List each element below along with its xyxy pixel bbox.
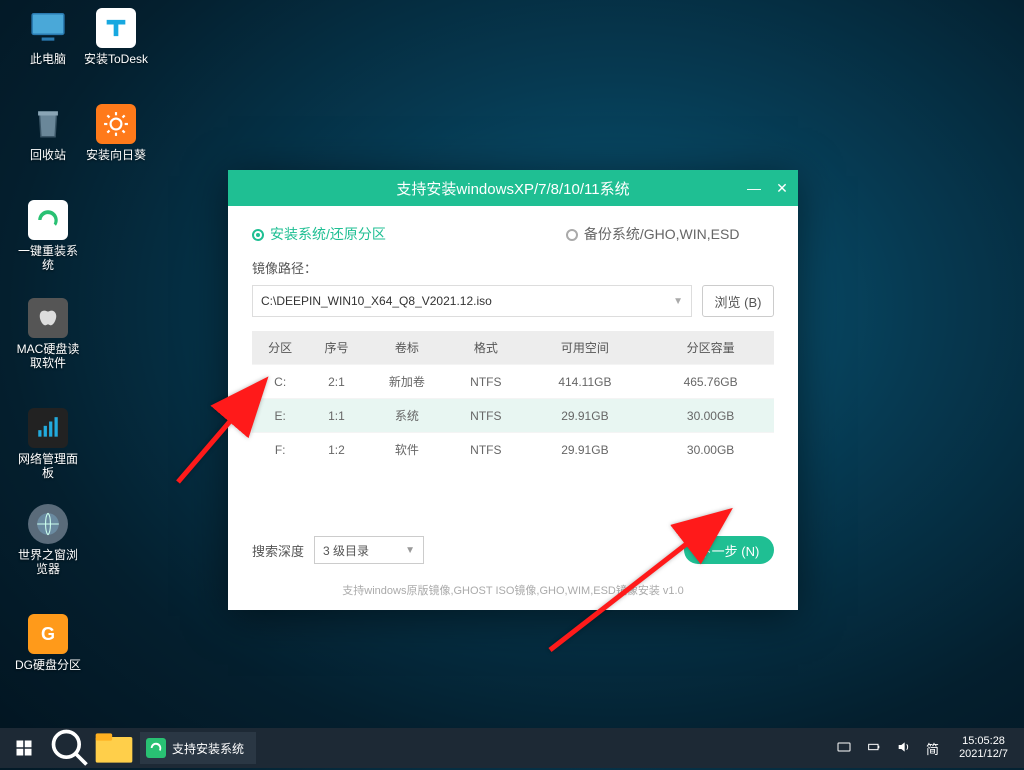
search-depth-select[interactable]: 3 级目录 ▼	[314, 536, 424, 564]
footnote: 支持windows原版镜像,GHOST ISO镜像,GHO,WIM,ESD镜像安…	[252, 582, 774, 598]
image-path-combo[interactable]: C:\DEEPIN_WIN10_X64_Q8_V2021.12.iso ▼	[252, 285, 692, 317]
start-button[interactable]	[0, 728, 48, 768]
taskbar: 支持安装系统 简 15:05:28 2021/12/7	[0, 728, 1024, 768]
table-row[interactable]: C:2:1新加卷NTFS414.11GB465.76GB	[252, 365, 774, 399]
app-icon	[146, 738, 166, 758]
tray-ime[interactable]: 简	[926, 739, 939, 758]
radio-off-icon	[566, 229, 578, 241]
partition-table: 分区 序号 卷标 格式 可用空间 分区容量 C:2:1新加卷NTFS414.11…	[252, 331, 774, 466]
tray-battery-icon[interactable]	[866, 739, 882, 758]
minimize-button[interactable]: —	[744, 178, 764, 198]
desktop-icon-sunlogin[interactable]: 安装向日葵	[82, 104, 150, 162]
desktop-icon-network-panel[interactable]: 网络管理面板	[14, 408, 82, 480]
chevron-down-icon: ▼	[405, 545, 415, 556]
installer-window: 支持安装windowsXP/7/8/10/11系统 — ✕ 安装系统/还原分区 …	[228, 170, 798, 610]
browse-button[interactable]: 浏览 (B)	[702, 285, 774, 317]
desktop-icon-mac-disk[interactable]: MAC硬盘读取软件	[14, 298, 82, 370]
close-button[interactable]: ✕	[772, 178, 792, 198]
tab-backup[interactable]: 备份系统/GHO,WIN,ESD	[566, 224, 740, 244]
taskbar-app-installer[interactable]: 支持安装系统	[140, 732, 256, 764]
desktop-icon-diskgenius[interactable]: G DG硬盘分区	[14, 614, 82, 672]
desktop-icon-recycle-bin[interactable]: 回收站	[14, 104, 82, 162]
radio-on-icon	[252, 229, 264, 241]
tray-network-icon[interactable]	[836, 739, 852, 758]
table-row[interactable]: F:1:2软件NTFS29.91GB30.00GB	[252, 433, 774, 467]
titlebar[interactable]: 支持安装windowsXP/7/8/10/11系统 — ✕	[228, 170, 798, 206]
tray-clock[interactable]: 15:05:28 2021/12/7	[953, 735, 1014, 761]
desktop-icon-this-pc[interactable]: 此电脑	[14, 8, 82, 66]
image-path-label: 镜像路径：	[252, 258, 774, 277]
window-title: 支持安装windowsXP/7/8/10/11系统	[396, 178, 629, 199]
desktop-icon-todesk[interactable]: 安装ToDesk	[82, 8, 150, 66]
table-row[interactable]: E:1:1系统NTFS29.91GB30.00GB	[252, 399, 774, 433]
tray-volume-icon[interactable]	[896, 739, 912, 758]
next-button[interactable]: 下一步 (N)	[684, 536, 774, 564]
desktop-icon-browser[interactable]: 世界之窗浏览器	[14, 504, 82, 576]
chevron-down-icon: ▼	[673, 296, 683, 307]
desktop-icon-reinstall[interactable]: 一键重装系统	[14, 200, 82, 272]
taskbar-search-icon[interactable]	[48, 728, 92, 768]
taskbar-explorer-icon[interactable]	[92, 728, 136, 768]
system-tray: 简 15:05:28 2021/12/7	[826, 735, 1024, 761]
image-path-value: C:\DEEPIN_WIN10_X64_Q8_V2021.12.iso	[261, 294, 492, 308]
search-depth-label: 搜索深度	[252, 541, 304, 560]
tab-install-restore[interactable]: 安装系统/还原分区	[252, 224, 386, 244]
